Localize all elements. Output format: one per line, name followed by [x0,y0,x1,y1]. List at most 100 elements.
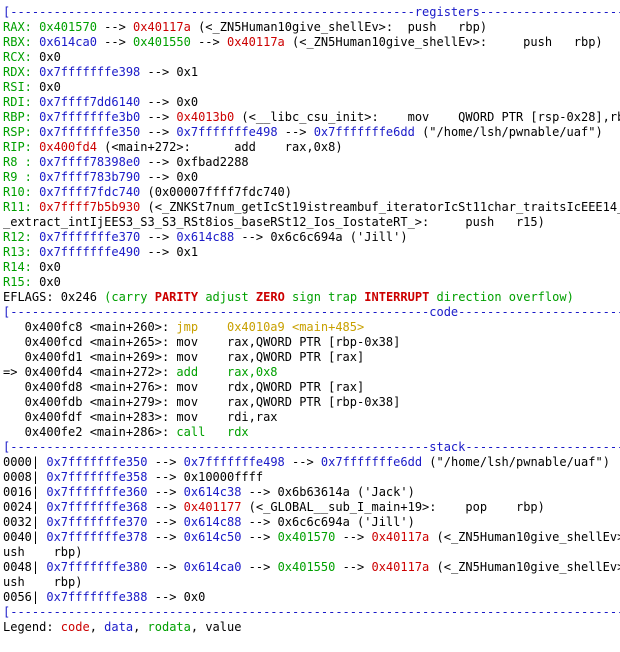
terminal-line: RDX: 0x7fffffffe398 --> 0x1 [3,65,620,80]
terminal-text-segment: ush rbp) [3,575,83,589]
terminal-text-segment: --> [140,125,177,139]
terminal-line: => 0x400fd4 <main+272>: add rax,0x8 [3,365,620,380]
terminal-text-segment: --> 0x0 [140,95,199,109]
terminal-line: [---------------------------------------… [3,440,620,455]
terminal-text-segment: ("/home/lsh/pwnable/uaf") [414,125,603,139]
terminal-text-segment: 0x400fcd <main+265>: mov rax,QWORD PTR [… [3,335,401,349]
terminal-text-segment: 0x7fffffffe498 [183,455,285,469]
terminal-text-segment: 0x400fd4 [39,140,97,154]
terminal-text-segment: adjust [198,290,256,304]
terminal-text-segment: RBP: [3,110,40,124]
terminal-text-segment: Legend: [3,620,61,634]
terminal-text-segment: INTERRUPT [364,290,430,304]
terminal-text-segment: ush rbp) [3,545,83,559]
terminal-text-segment: 0008| [3,470,47,484]
terminal-text-segment: , [133,620,148,634]
terminal-text-segment: (<_ZNKSt7num_getIcSt19istreambuf_iterato… [140,200,620,214]
terminal-text-segment: --> [147,455,184,469]
terminal-text-segment: RSI: [3,80,40,94]
terminal-line: 0032| 0x7fffffffe370 --> 0x614c88 --> 0x… [3,515,620,530]
terminal-text-segment: --> 0x6c6c694a ('Jill') [241,515,415,529]
terminal-line: 0024| 0x7fffffffe368 --> 0x401177 (<_GLO… [3,500,620,515]
terminal-text-segment: --> [335,560,372,574]
terminal-text-segment: jmp 0x4010a9 <main+485> [176,320,365,334]
terminal-text-segment: (carry [104,290,155,304]
terminal-text-segment: rodata [147,620,191,634]
terminal-text-segment: 0x400fd1 <main+269>: mov rax,QWORD PTR [… [3,350,365,364]
terminal-text-segment: ("/home/lsh/pwnable/uaf") [422,455,610,469]
terminal-text-segment: [---------------------------------------… [3,5,620,19]
terminal-window[interactable]: [---------------------------------------… [0,0,620,652]
terminal-line: R10: 0x7ffff7fdc740 (0x00007ffff7fdc740) [3,185,620,200]
terminal-text-segment: 0x400fe2 <main+286>: [3,425,177,439]
terminal-text-segment: direction overflow) [429,290,574,304]
terminal-text-segment: R10: [3,185,40,199]
terminal-text-segment: 0x7fffffffe6dd [313,125,415,139]
terminal-text-segment: EFLAGS: 0x246 [3,290,105,304]
terminal-text-segment: 0x7fffffffe360 [46,485,148,499]
terminal-text-segment: 0x401550 [277,560,336,574]
terminal-text-segment: 0x40117a [133,20,191,34]
terminal-text-segment: RSP: [3,125,40,139]
terminal-text-segment: 0048| [3,560,47,574]
terminal-text-segment: 0x40117a [226,35,285,49]
terminal-text-segment: RCX: [3,50,40,64]
terminal-text-segment: R14: [3,260,40,274]
terminal-text-segment: 0x0 [39,50,61,64]
terminal-text-segment: 0000| [3,455,47,469]
terminal-text-segment: --> [147,530,184,544]
terminal-text-segment: RAX: [3,20,40,34]
terminal-text-segment: 0x7fffffffe3b0 [39,110,141,124]
terminal-text-segment: [---------------------------------------… [3,440,620,454]
terminal-line: [---------------------------------------… [3,605,620,620]
terminal-line: ush rbp) [3,545,620,560]
terminal-text-segment: (<_GLOBAL__sub_I_main+19>: pop rbp) [241,500,545,514]
terminal-text-segment: sign trap [284,290,365,304]
terminal-line: 0008| 0x7fffffffe358 --> 0x10000ffff [3,470,620,485]
terminal-text-segment: R12: [3,230,40,244]
terminal-text-segment: RDX: [3,65,40,79]
terminal-line: RIP: 0x400fd4 (<main+272>: add rax,0x8) [3,140,620,155]
terminal-text-segment: --> 0x6c6c694a ('Jill') [234,230,408,244]
terminal-text-segment: 0x7ffff7fdc740 [39,185,141,199]
terminal-text-segment: --> 0x0 [147,590,206,604]
terminal-text-segment: 0x401570 [277,530,336,544]
terminal-text-segment: ZERO [255,290,285,304]
terminal-line: 0056| 0x7fffffffe388 --> 0x0 [3,590,620,605]
terminal-text-segment: PARITY [154,290,199,304]
terminal-text-segment: --> [241,560,278,574]
terminal-line: 0x400fe2 <main+286>: call rdx [3,425,620,440]
terminal-line: [---------------------------------------… [3,305,620,320]
terminal-text-segment: 0x7ffff7b5b930 [39,200,141,214]
terminal-text-segment: --> [147,560,184,574]
terminal-text-segment: --> 0x0 [140,170,199,184]
terminal-text-segment: 0x7fffffffe398 [39,65,141,79]
terminal-text-segment: 0056| [3,590,47,604]
terminal-text-segment: --> [284,455,321,469]
terminal-line: 0x400fdf <main+283>: mov rdi,rax [3,410,620,425]
terminal-text-segment: --> [147,485,184,499]
terminal-text-segment: 0x0 [39,260,61,274]
terminal-text-segment: (<main+272>: add rax,0x8) [96,140,343,154]
terminal-text-segment: 0x4013b0 [176,110,235,124]
terminal-line: 0048| 0x7fffffffe380 --> 0x614ca0 --> 0x… [3,560,620,575]
terminal-text-segment: 0x400fdb <main+279>: mov rax,QWORD PTR [… [3,395,401,409]
terminal-text-segment: 0x614c50 [183,530,242,544]
terminal-text-segment: 0x7fffffffe490 [39,245,141,259]
terminal-text-segment: 0x0 [39,275,61,289]
terminal-text-segment: 0016| [3,485,47,499]
terminal-line: 0x400fd1 <main+269>: mov rax,QWORD PTR [… [3,350,620,365]
terminal-text-segment: 0x614c38 [183,485,242,499]
terminal-text-segment: --> 0x1 [140,65,199,79]
terminal-text-segment: 0x7fffffffe358 [46,470,148,484]
terminal-text-segment: add rax,0x8 [176,365,278,379]
terminal-text-segment: 0x400fd8 <main+276>: mov rdx,QWORD PTR [… [3,380,365,394]
terminal-text-segment: 0x40117a [371,560,430,574]
terminal-text-segment: --> [277,125,314,139]
terminal-line: Legend: code, data, rodata, value [3,620,620,635]
terminal-text-segment: --> [96,20,134,34]
terminal-text-segment: R8 : [3,155,40,169]
terminal-text-segment: --> [96,35,134,49]
terminal-text-segment: 0x614ca0 [183,560,242,574]
terminal-line: _extract_intIjEES3_S3_S3_RSt8ios_baseRSt… [3,215,620,230]
